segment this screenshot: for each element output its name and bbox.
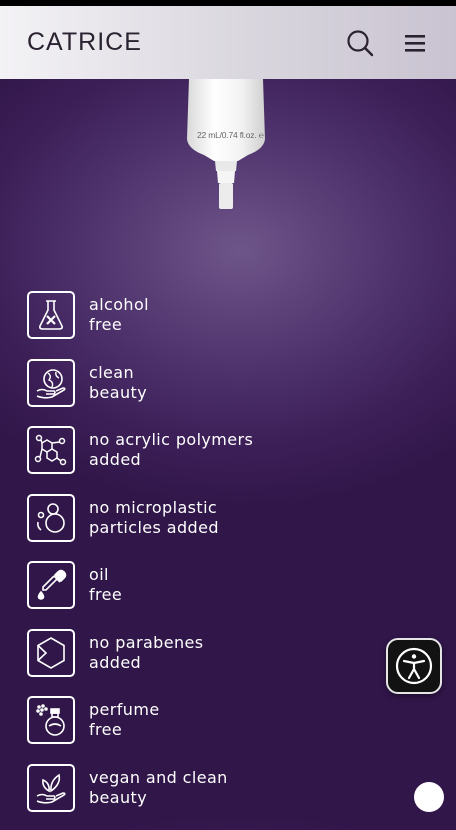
perfume-bottle-icon [27, 696, 75, 744]
accessibility-person-icon [395, 647, 433, 685]
catrice-logo[interactable]: CATRICE [27, 28, 142, 57]
feature-alcohol-free: alcohol free [27, 290, 253, 340]
feature-label-line1: no acrylic polymers [89, 430, 254, 449]
feature-label-line2: added [89, 652, 142, 672]
feature-perfume-free: perfume free [27, 695, 253, 745]
particles-icon [27, 493, 75, 542]
feature-label-line2: beauty [89, 382, 148, 402]
product-tube-image [187, 79, 265, 209]
molecule-icon [27, 426, 75, 474]
feature-label-line2: free [89, 720, 123, 739]
feature-label-line2: free [89, 315, 123, 334]
site-header: CATRICE [0, 6, 456, 79]
feature-oil-free: oil free [27, 560, 253, 610]
chat-widget-button[interactable] [414, 782, 444, 812]
accessibility-button[interactable] [386, 638, 442, 694]
feature-label-line1: oil [89, 565, 109, 584]
feature-list: alcohol free clean beauty no acrylic pol… [27, 290, 253, 830]
feature-label-line2: added [89, 450, 142, 469]
feature-label-line1: clean [89, 362, 135, 382]
flask-x-icon [27, 291, 75, 339]
feature-no-acrylic-polymers: no acrylic polymers added [27, 425, 253, 475]
feature-label-line2: particles added [89, 517, 219, 537]
feature-no-microplastic: no microplastic particles added [27, 493, 253, 543]
feature-label-line1: perfume [89, 700, 160, 719]
feature-label-line1: no parabenes [89, 632, 204, 652]
feature-vegan-clean-beauty: vegan and clean beauty [27, 763, 253, 813]
feature-label-line1: vegan and clean [89, 767, 228, 787]
earth-hand-icon [27, 358, 75, 407]
search-icon[interactable] [346, 29, 374, 57]
feature-no-parabenes: no parabenes added [27, 628, 253, 678]
feature-label-line1: alcohol [89, 295, 150, 314]
header-actions [346, 29, 426, 57]
hamburger-menu-icon[interactable] [404, 33, 426, 53]
feature-clean-beauty: clean beauty [27, 358, 253, 408]
hexagon-icon [27, 628, 75, 677]
feature-label-line1: no microplastic [89, 497, 218, 517]
feature-label-line2: beauty [89, 787, 148, 807]
product-size-label: 22 mL/0.74 fl.oz. ℮ [197, 130, 264, 140]
feature-label-line2: free [89, 585, 123, 604]
leaf-hand-icon [27, 763, 75, 812]
dropper-icon [27, 561, 75, 609]
